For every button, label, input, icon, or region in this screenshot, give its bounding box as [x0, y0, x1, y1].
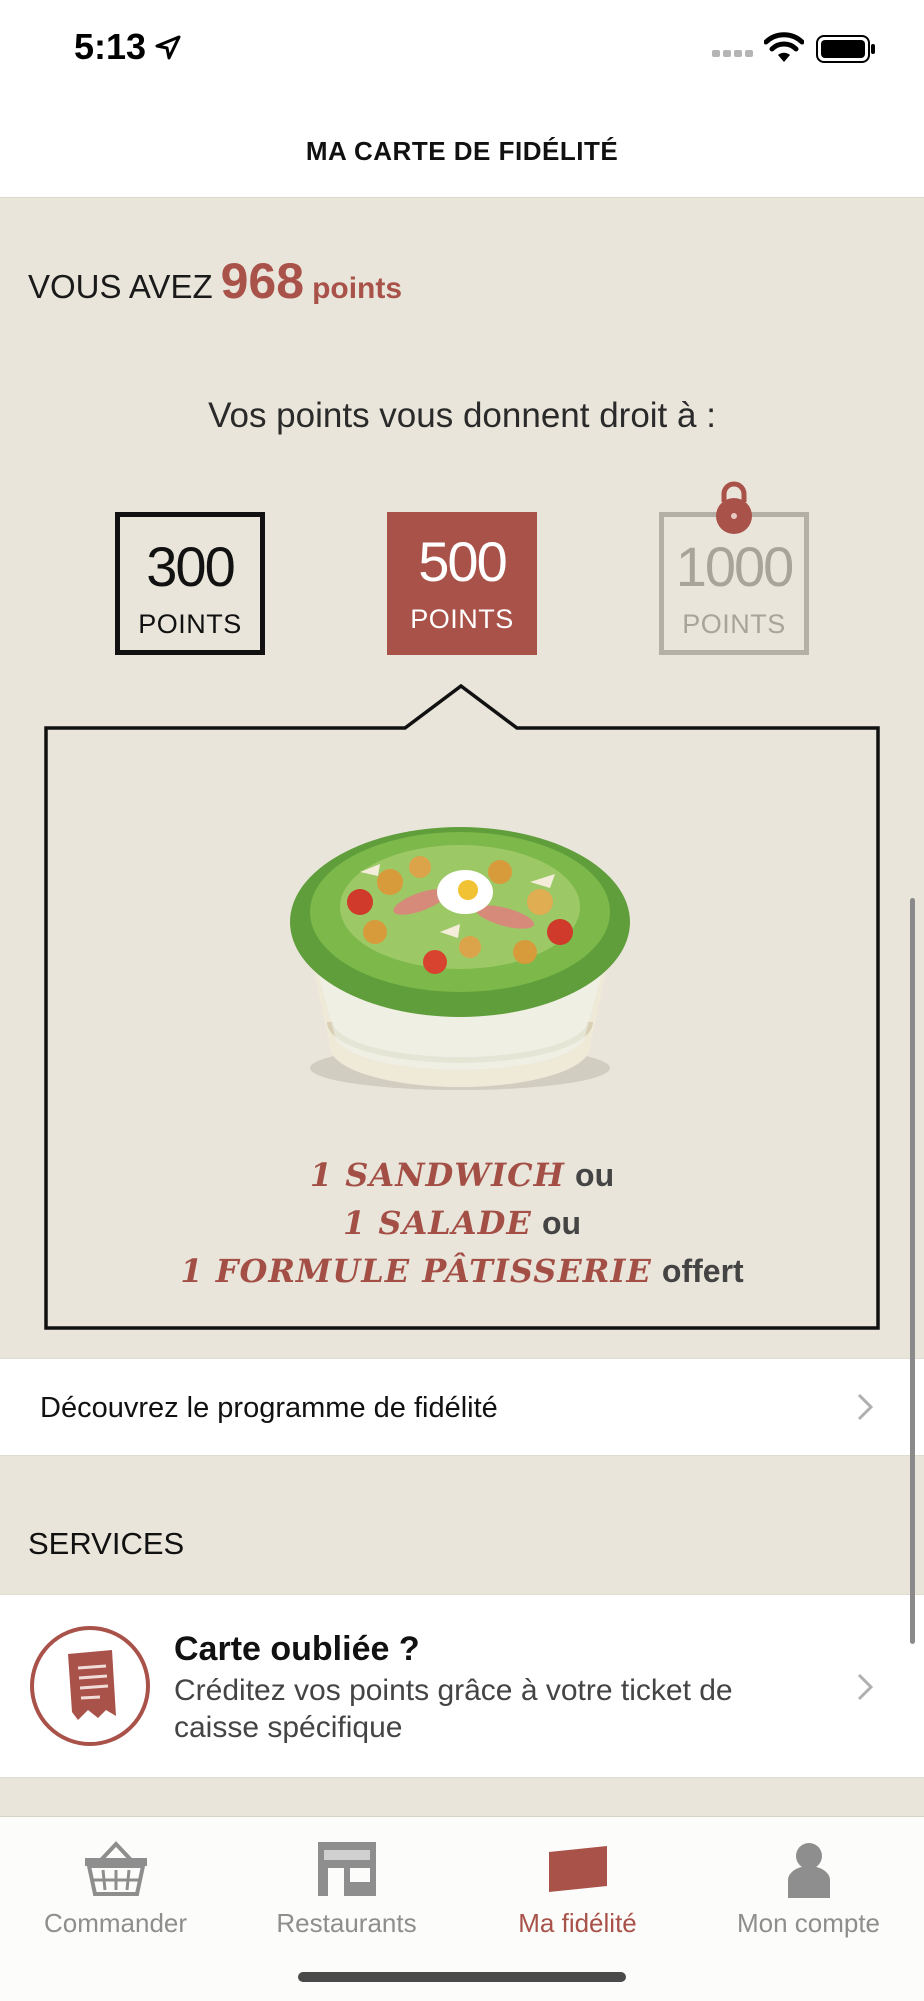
tab-mon-compte[interactable]: Mon compte: [693, 1816, 924, 1938]
tier-label: POINTS: [682, 609, 786, 639]
scrollbar[interactable]: [910, 898, 915, 1644]
tab-ma-fidelite[interactable]: Ma fidélité: [462, 1816, 693, 1938]
receipt-ticket-icon: [30, 1626, 150, 1746]
points-prefix: VOUS AVEZ: [28, 268, 213, 305]
reward-salade: 1 SALADE: [342, 1204, 532, 1242]
tier-value: 1000: [675, 535, 795, 598]
program-link-label[interactable]: Découvrez le programme de fidélité: [40, 1392, 498, 1425]
reward-connector: ou: [575, 1157, 615, 1193]
basket-icon: [84, 1841, 147, 1896]
battery-icon: [816, 35, 875, 63]
user-icon: [787, 1843, 830, 1898]
tier-label: POINTS: [138, 609, 242, 639]
chevron-right-icon: [857, 1673, 874, 1701]
entitles-caption: Vos points vous donnent droit à :: [208, 396, 716, 435]
reward-line-2: 1 SALADE ou: [0, 1204, 924, 1242]
tab-label: Ma fidélité: [518, 1908, 637, 1938]
lock-icon: [716, 481, 752, 534]
page-title: MA CARTE DE FIDÉLITÉ: [305, 136, 619, 166]
tier-label: POINTS: [410, 604, 514, 634]
home-indicator[interactable]: [298, 1972, 626, 1982]
location-arrow-icon: [155, 35, 181, 60]
fidelity-badge-icon: [548, 1846, 607, 1892]
chevron-right-icon: [857, 1393, 874, 1421]
points-summary: VOUS AVEZ 968 points: [28, 252, 402, 310]
reward-offert: offert: [661, 1253, 744, 1289]
reward-line-3: 1 FORMULE PÂTISSERIE offert: [0, 1252, 924, 1290]
reward-patisserie: 1 FORMULE PÂTISSERIE: [180, 1252, 652, 1290]
cellular-signal-icon: [712, 50, 753, 57]
salad-bowl-image: [290, 827, 630, 1090]
tab-label: Mon compte: [736, 1908, 881, 1938]
forgotten-card-subtitle: Créditez vos points grâce à votre ticket…: [174, 1674, 733, 1744]
tier-value: 300: [146, 535, 235, 598]
tab-label: Restaurants: [276, 1908, 417, 1938]
wifi-icon: [764, 32, 804, 62]
points-unit: points: [312, 272, 403, 305]
tier-300-button[interactable]: 300 POINTS: [115, 512, 265, 655]
status-time: 5:13: [74, 26, 147, 67]
reward-sandwich: 1 SANDWICH: [309, 1156, 565, 1194]
tab-label: Commander: [43, 1908, 188, 1938]
forgotten-card-title: Carte oubliée ?: [174, 1630, 420, 1668]
tier-value: 500: [418, 530, 507, 593]
reward-line-1: 1 SANDWICH ou: [0, 1156, 924, 1194]
services-heading: SERVICES: [28, 1526, 185, 1561]
storefront-icon: [317, 1842, 376, 1896]
tier-500-button[interactable]: 500 POINTS: [387, 512, 537, 655]
points-value: 968: [220, 253, 305, 309]
reward-connector: ou: [541, 1205, 582, 1241]
tab-restaurants[interactable]: Restaurants: [231, 1816, 462, 1938]
tab-commander[interactable]: Commander: [0, 1816, 231, 1938]
